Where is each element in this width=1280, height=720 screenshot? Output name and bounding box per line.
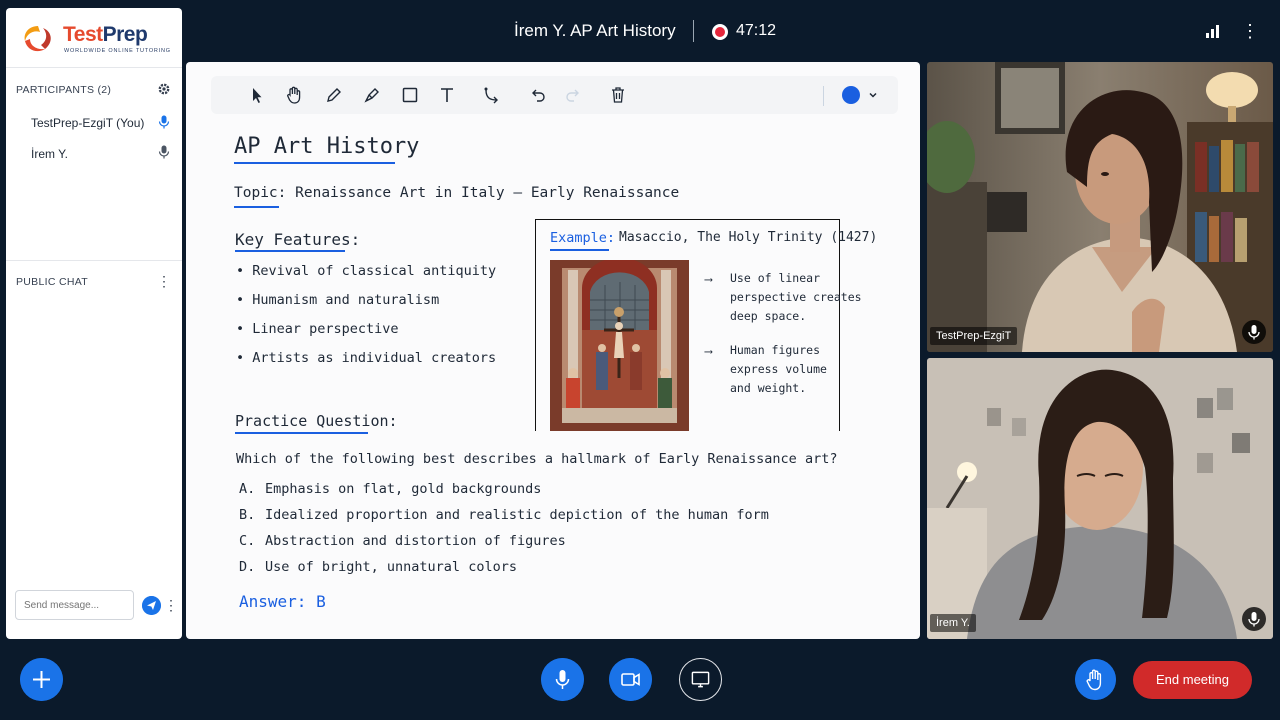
chat-menu-icon[interactable]: ⋮ <box>156 272 172 290</box>
chat-input[interactable] <box>15 590 134 620</box>
feature-item: • Humanism and naturalism <box>236 292 440 308</box>
practice-question-heading: Practice Question: <box>235 412 398 430</box>
microphone-button[interactable] <box>541 658 584 701</box>
undo-icon[interactable] <box>528 85 548 105</box>
more-options-icon[interactable]: ⋮ <box>1240 20 1260 42</box>
pen-tool-icon[interactable] <box>324 85 344 105</box>
logo-icon <box>24 26 51 52</box>
section-divider <box>6 260 182 261</box>
meeting-title: İrem Y. AP Art History <box>514 21 676 40</box>
brand-name-part1: Test <box>63 23 103 46</box>
send-button[interactable] <box>142 596 161 615</box>
screen-share-button[interactable] <box>679 658 722 701</box>
top-bar: İrem Y. AP Art History 47:12 ⋮ <box>0 0 1280 60</box>
video-tile-student[interactable]: İrem Y. <box>927 358 1273 639</box>
participants-header: PARTICIPANTS (2) <box>16 84 112 96</box>
option-text: Idealized proportion and realistic depic… <box>265 507 769 523</box>
note-text: perspective creates <box>730 290 862 304</box>
topic-line: Topic: Renaissance Art in Italy – Early … <box>234 185 679 201</box>
answer-text: Answer: B <box>239 592 326 611</box>
option-letter: D. <box>239 559 256 575</box>
whiteboard-title: AP Art History <box>234 134 420 159</box>
chat-more-icon[interactable]: ⋮ <box>164 594 178 616</box>
topic-underline <box>234 206 279 208</box>
note-text: Human figures <box>730 343 821 357</box>
brand-tagline: WORLDWIDE ONLINE TUTORING <box>64 48 171 54</box>
feature-item: • Revival of classical antiquity <box>236 263 497 279</box>
hand-tool-icon[interactable] <box>284 85 304 105</box>
pen-color-swatch[interactable] <box>842 86 860 104</box>
toolbar-divider <box>823 86 824 106</box>
note-text: Use of linear <box>730 271 821 285</box>
participant-name: TestPrep-EzgiT (You) <box>31 116 145 130</box>
add-button[interactable] <box>20 658 63 701</box>
note-text: and weight. <box>730 381 807 395</box>
select-tool-icon[interactable] <box>247 85 267 105</box>
option-text: Use of bright, unnatural colors <box>265 559 517 575</box>
option-letter: B. <box>239 507 256 523</box>
marker-tool-icon[interactable] <box>362 85 382 105</box>
note-arrow: ⟶ <box>705 272 712 286</box>
option-text: Abstraction and distortion of figures <box>265 533 566 549</box>
end-meeting-button[interactable]: End meeting <box>1133 661 1252 699</box>
mic-active-icon[interactable] <box>158 115 170 129</box>
video-name-tag: TestPrep-EzgiT <box>930 327 1018 345</box>
mic-icon[interactable] <box>1242 607 1266 631</box>
example-label: Example: <box>550 230 616 246</box>
option-text: Emphasis on flat, gold backgrounds <box>265 481 542 497</box>
camera-button[interactable] <box>609 658 652 701</box>
chevron-down-icon[interactable] <box>867 89 879 101</box>
option-letter: C. <box>239 533 256 549</box>
sidebar: TestPrep WORLDWIDE ONLINE TUTORING PARTI… <box>6 8 182 639</box>
note-arrow: ⟶ <box>705 344 712 358</box>
brand-name: TestPrep <box>63 23 148 47</box>
trash-icon[interactable] <box>608 85 628 105</box>
practice-underline <box>235 432 368 434</box>
raise-hand-button[interactable] <box>1075 659 1116 700</box>
mic-icon[interactable] <box>1242 320 1266 344</box>
tutor-video-feed <box>927 62 1273 352</box>
recording-icon <box>712 24 728 40</box>
brand-name-part2: Prep <box>102 23 148 46</box>
holy-trinity-painting <box>550 260 689 431</box>
option-letter: A. <box>239 481 256 497</box>
gear-icon[interactable] <box>157 82 171 96</box>
connector-tool-icon[interactable] <box>482 85 502 105</box>
whiteboard[interactable]: AP Art History Topic: Renaissance Art in… <box>186 62 920 639</box>
chat-header: PUBLIC CHAT <box>16 276 88 288</box>
meeting-timer: 47:12 <box>736 22 777 39</box>
video-name-tag: İrem Y. <box>930 614 976 632</box>
topic-label: Topic: <box>234 185 287 201</box>
topic-text: Renaissance Art in Italy – Early Renaiss… <box>295 185 680 201</box>
rectangle-tool-icon[interactable] <box>400 85 420 105</box>
question-text: Which of the following best describes a … <box>236 451 838 467</box>
logo: TestPrep WORLDWIDE ONLINE TUTORING <box>6 8 182 68</box>
text-tool-icon[interactable] <box>437 85 457 105</box>
whiteboard-toolbar <box>211 76 898 114</box>
participant-name: İrem Y. <box>31 147 68 161</box>
example-underline <box>550 249 609 251</box>
key-features-underline <box>235 250 345 252</box>
feature-item: • Linear perspective <box>236 321 399 337</box>
example-text: Masaccio, The Holy Trinity (1427) <box>619 230 878 245</box>
video-tile-tutor[interactable]: TestPrep-EzgiT <box>927 62 1273 352</box>
title-divider <box>693 20 694 42</box>
signal-icon[interactable] <box>1205 24 1221 38</box>
note-text: express volume <box>730 362 827 376</box>
key-features-heading: Key Features: <box>235 230 361 249</box>
redo-icon[interactable] <box>563 85 583 105</box>
mic-icon[interactable] <box>158 145 170 159</box>
student-video-feed <box>927 358 1273 639</box>
note-text: deep space. <box>730 309 807 323</box>
title-underline <box>234 162 395 164</box>
feature-item: • Artists as individual creators <box>236 350 497 366</box>
